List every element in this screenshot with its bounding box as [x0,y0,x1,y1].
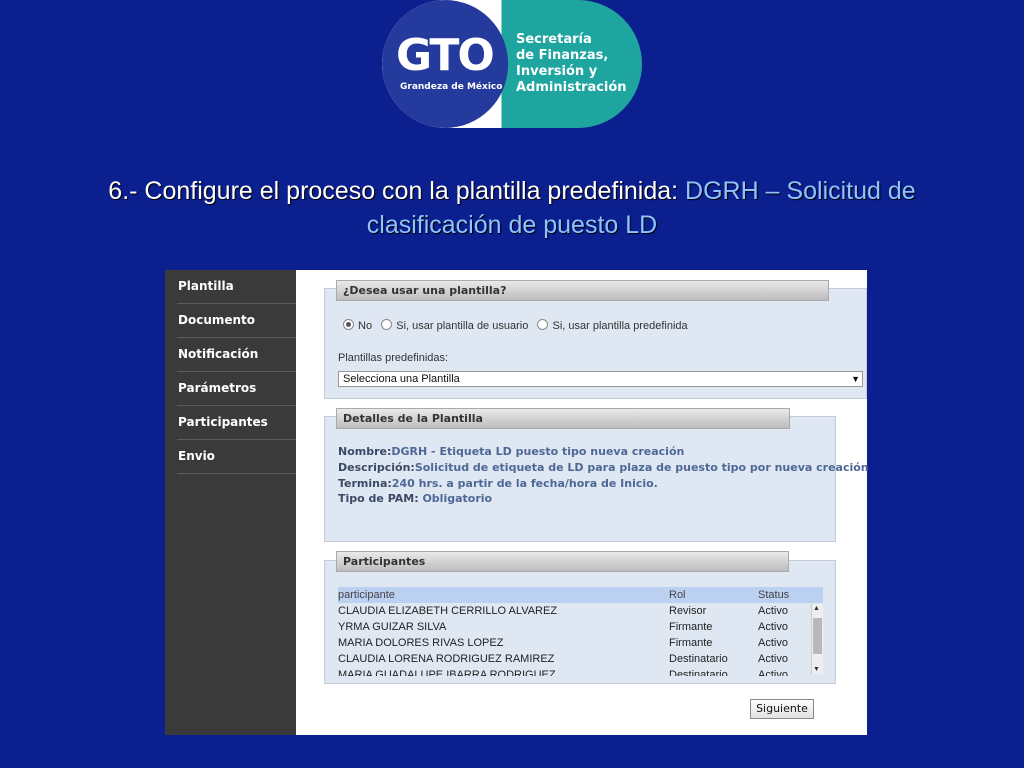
table-row[interactable]: YRMA GUIZAR SILVA Firmante Activo [338,619,823,635]
sidebar-item-plantilla[interactable]: Plantilla [177,270,308,304]
sidebar-item-label: Envio [178,449,215,463]
radio-label: Si, usar plantilla predefinida [552,320,688,332]
radio-label: No [358,320,373,332]
sidebar-item-label: Parámetros [178,381,257,395]
detail-label: Tipo de PAM: [338,492,419,505]
table-row[interactable]: MARIA GUADALUPE IBARRA RODRIGUEZ Destina… [338,667,823,676]
active-arrow-icon [296,278,308,296]
predefined-template-select[interactable]: Selecciona una Plantilla ▼ [338,371,863,387]
radio-label: Si, usar plantilla de usuario [396,320,529,332]
cell-rol: Destinatario [669,669,728,676]
cell-participante: CLAUDIA ELIZABETH CERRILLO ALVAREZ [338,605,558,617]
table-header: participante Rol Status [338,587,823,603]
sidebar-item-parametros[interactable]: Parámetros [177,372,296,406]
sidebar-item-label: Notificación [178,347,259,361]
logo-brand: GTO [396,30,495,81]
table-row[interactable]: MARIA DOLORES RIVAS LOPEZ Firmante Activ… [338,635,823,651]
cell-participante: MARIA DOLORES RIVAS LOPEZ [338,637,504,649]
cell-status: Activo [758,669,788,676]
col-status: Status [758,589,790,601]
radio-icon [381,319,393,330]
gto-logo: GTO Grandeza de México Secretaría de Fin… [382,0,642,128]
logo-org-name: Secretaría de Finanzas, Inversión y Admi… [516,32,636,96]
cell-rol: Revisor [669,605,707,617]
detail-termina: Termina:240 hrs. a partir de la fecha/ho… [338,477,658,490]
col-participante: participante [338,589,395,601]
scroll-up-icon[interactable]: ▲ [813,605,820,612]
cell-status: Activo [758,605,788,617]
logo-line: Secretaría [516,32,592,47]
select-value: Selecciona una Plantilla [343,373,460,385]
detail-value: Obligatorio [422,492,493,505]
logo-line: Inversión y [516,64,598,79]
sidebar-item-label: Documento [178,313,256,327]
detail-descripcion: Descripción:Solicitud de etiqueta de LD … [338,461,869,474]
cell-status: Activo [758,653,788,665]
template-panel-header: ¿Desea usar una plantilla? [336,280,829,301]
cell-participante: MARIA GUADALUPE IBARRA RODRIGUEZ [338,669,556,676]
cell-participante: YRMA GUIZAR SILVA [338,621,447,633]
detail-nombre: Nombre:DGRH - Etiqueta LD puesto tipo nu… [338,445,684,458]
cell-participante: CLAUDIA LORENA RODRIGUEZ RAMIREZ [338,653,555,665]
cell-status: Activo [758,621,788,633]
sidebar-item-documento[interactable]: Documento [177,304,296,338]
sidebar-item-label: Participantes [178,415,268,429]
table-row[interactable]: CLAUDIA ELIZABETH CERRILLO ALVAREZ Revis… [338,603,823,619]
template-options: No Si, usar plantilla de usuario Si, usa… [343,319,688,332]
detail-tipo: Tipo de PAM: Obligatorio [338,492,492,505]
chevron-down-icon: ▼ [851,374,860,384]
cell-rol: Firmante [669,637,713,649]
detail-value: Solicitud de etiqueta de LD para plaza d… [414,461,869,474]
next-button[interactable]: Siguiente [750,699,814,719]
participants-table: participante Rol Status CLAUDIA ELIZABET… [338,587,823,676]
slide-title: 6.- Configure el proceso con la plantill… [40,174,984,242]
radio-predefined-template[interactable]: Si, usar plantilla predefinida [537,319,688,332]
table-row[interactable]: CLAUDIA LORENA RODRIGUEZ RAMIREZ Destina… [338,651,823,667]
table-scrollbar[interactable]: ▲ ▼ [811,604,823,674]
cell-rol: Destinatario [669,653,728,665]
participants-panel-header: Participantes [336,551,789,572]
cell-status: Activo [758,637,788,649]
radio-user-template[interactable]: Si, usar plantilla de usuario [381,319,529,332]
cell-rol: Firmante [669,621,713,633]
predefined-select-label: Plantillas predefinidas: [338,352,449,364]
sidebar-item-notificacion[interactable]: Notificación [177,338,296,372]
logo-badge: GTO Grandeza de México [382,0,508,128]
sidebar-item-participantes[interactable]: Participantes [177,406,296,440]
details-panel-header: Detalles de la Plantilla [336,408,790,429]
logo-line: de Finanzas, [516,48,609,63]
detail-label: Descripción: [338,461,415,474]
radio-no[interactable]: No [343,319,373,332]
radio-icon [343,319,354,330]
detail-value: 240 hrs. a partir de la fecha/hora de In… [391,477,658,490]
radio-icon [537,319,549,330]
logo-tagline: Grandeza de México [400,82,503,92]
title-prefix: 6.- Configure el proceso con la plantill… [108,177,686,205]
app-screenshot: Plantilla Documento Notificación Parámet… [165,270,869,735]
detail-value: DGRH - Etiqueta LD puesto tipo nueva cre… [391,445,685,458]
sidebar-item-envio[interactable]: Envio [177,440,296,474]
wizard-sidebar: Plantilla Documento Notificación Parámet… [165,270,308,735]
logo-line: Administración [516,80,627,95]
col-rol: Rol [669,589,686,601]
detail-label: Termina: [338,477,392,490]
scroll-down-icon[interactable]: ▼ [813,666,820,673]
sidebar-item-label: Plantilla [178,279,234,293]
scrollbar-thumb[interactable] [813,618,822,654]
detail-label: Nombre: [338,445,392,458]
